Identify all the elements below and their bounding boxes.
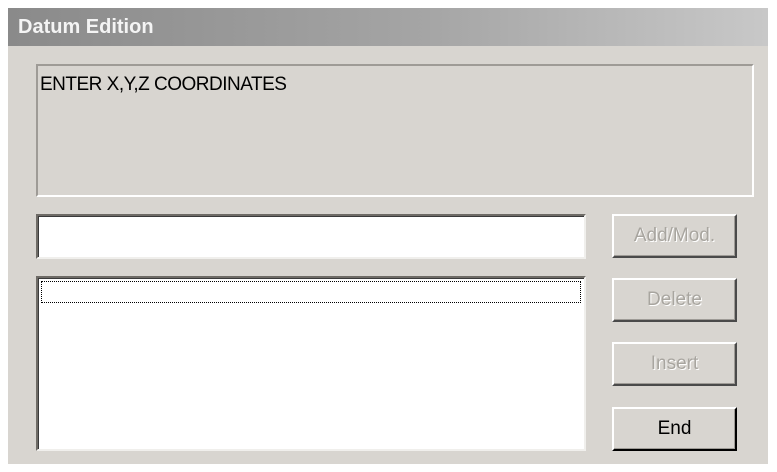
coordinate-input[interactable] [36, 214, 586, 259]
prompt-message: ENTER X,Y,Z COORDINATES [40, 74, 287, 95]
message-panel: ENTER X,Y,Z COORDINATES [36, 64, 754, 197]
add-mod-button[interactable]: Add/Mod. [612, 214, 737, 258]
window-title: Datum Edition [18, 16, 154, 38]
list-focus-row[interactable] [41, 281, 581, 303]
title-bar[interactable]: Datum Edition [8, 8, 768, 46]
delete-button[interactable]: Delete [612, 278, 737, 322]
datum-edition-dialog: Datum Edition ENTER X,Y,Z COORDINATES Ad… [8, 8, 768, 464]
coordinate-list[interactable] [36, 276, 586, 451]
insert-button[interactable]: Insert [612, 342, 737, 386]
end-button[interactable]: End [612, 407, 737, 451]
